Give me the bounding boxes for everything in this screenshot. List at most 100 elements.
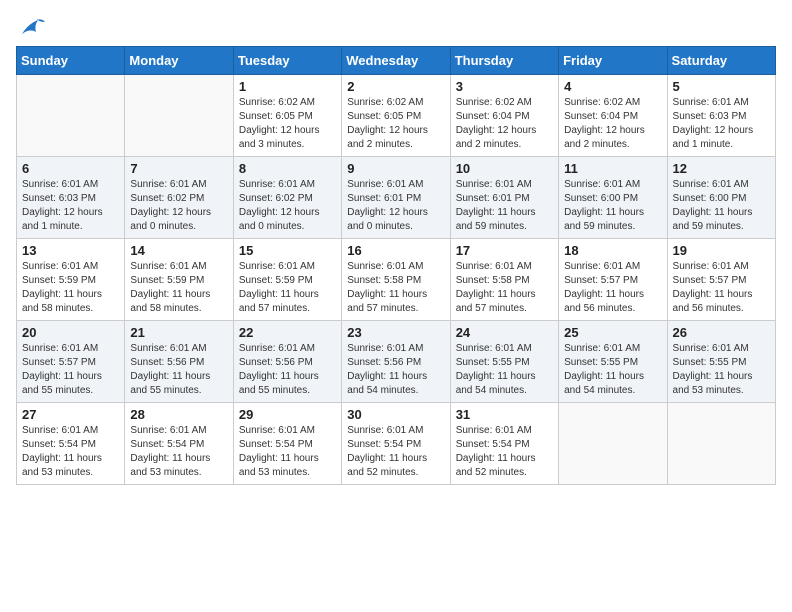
calendar-cell bbox=[667, 403, 775, 485]
day-number: 5 bbox=[673, 79, 770, 94]
day-info: Sunrise: 6:01 AM Sunset: 5:54 PM Dayligh… bbox=[130, 424, 227, 480]
day-number: 27 bbox=[22, 407, 119, 422]
day-number: 9 bbox=[347, 161, 444, 176]
day-number: 17 bbox=[456, 243, 553, 258]
day-number: 24 bbox=[456, 325, 553, 340]
day-number: 29 bbox=[239, 407, 336, 422]
day-number: 16 bbox=[347, 243, 444, 258]
day-info: Sunrise: 6:01 AM Sunset: 5:54 PM Dayligh… bbox=[347, 424, 444, 480]
day-number: 21 bbox=[130, 325, 227, 340]
day-info: Sunrise: 6:01 AM Sunset: 5:58 PM Dayligh… bbox=[456, 260, 553, 316]
day-info: Sunrise: 6:01 AM Sunset: 5:56 PM Dayligh… bbox=[347, 342, 444, 398]
day-info: Sunrise: 6:01 AM Sunset: 5:54 PM Dayligh… bbox=[22, 424, 119, 480]
day-info: Sunrise: 6:01 AM Sunset: 6:01 PM Dayligh… bbox=[456, 178, 553, 234]
calendar-cell: 18 Sunrise: 6:01 AM Sunset: 5:57 PM Dayli… bbox=[559, 239, 667, 321]
calendar-cell: 25 Sunrise: 6:01 AM Sunset: 5:55 PM Dayli… bbox=[559, 321, 667, 403]
day-info: Sunrise: 6:01 AM Sunset: 5:55 PM Dayligh… bbox=[456, 342, 553, 398]
calendar-cell: 30Sunrise: 6:01 AM Sunset: 5:54 PM Dayli… bbox=[342, 403, 450, 485]
day-number: 14 bbox=[130, 243, 227, 258]
calendar-cell: 26 Sunrise: 6:01 AM Sunset: 5:55 PM Dayli… bbox=[667, 321, 775, 403]
day-number: 28 bbox=[130, 407, 227, 422]
calendar-cell: 31 Sunrise: 6:01 AM Sunset: 5:54 PM Dayli… bbox=[450, 403, 558, 485]
calendar: SundayMondayTuesdayWednesdayThursdayFrid… bbox=[16, 46, 776, 485]
day-info: Sunrise: 6:01 AM Sunset: 5:57 PM Dayligh… bbox=[673, 260, 770, 316]
calendar-cell: 22 Sunrise: 6:01 AM Sunset: 5:56 PM Dayli… bbox=[233, 321, 341, 403]
calendar-cell: 7Sunrise: 6:01 AM Sunset: 6:02 PM Daylig… bbox=[125, 157, 233, 239]
day-number: 18 bbox=[564, 243, 661, 258]
calendar-cell: 14 Sunrise: 6:01 AM Sunset: 5:59 PM Dayli… bbox=[125, 239, 233, 321]
calendar-cell: 17 Sunrise: 6:01 AM Sunset: 5:58 PM Dayli… bbox=[450, 239, 558, 321]
calendar-cell: 19 Sunrise: 6:01 AM Sunset: 5:57 PM Dayli… bbox=[667, 239, 775, 321]
calendar-cell bbox=[17, 75, 125, 157]
day-number: 4 bbox=[564, 79, 661, 94]
calendar-cell: 8Sunrise: 6:01 AM Sunset: 6:02 PM Daylig… bbox=[233, 157, 341, 239]
day-info: Sunrise: 6:01 AM Sunset: 5:56 PM Dayligh… bbox=[239, 342, 336, 398]
day-info: Sunrise: 6:01 AM Sunset: 5:54 PM Dayligh… bbox=[456, 424, 553, 480]
calendar-cell: 27 Sunrise: 6:01 AM Sunset: 5:54 PM Dayli… bbox=[17, 403, 125, 485]
day-info: Sunrise: 6:01 AM Sunset: 6:03 PM Dayligh… bbox=[22, 178, 119, 234]
calendar-cell: 4 Sunrise: 6:02 AM Sunset: 6:04 PM Daylig… bbox=[559, 75, 667, 157]
calendar-cell: 1 Sunrise: 6:02 AM Sunset: 6:05 PM Daylig… bbox=[233, 75, 341, 157]
calendar-cell: 2 Sunrise: 6:02 AM Sunset: 6:05 PM Daylig… bbox=[342, 75, 450, 157]
calendar-cell: 5 Sunrise: 6:01 AM Sunset: 6:03 PM Daylig… bbox=[667, 75, 775, 157]
day-info: Sunrise: 6:02 AM Sunset: 6:05 PM Dayligh… bbox=[347, 96, 444, 152]
weekday-header-saturday: Saturday bbox=[667, 47, 775, 75]
weekday-header-friday: Friday bbox=[559, 47, 667, 75]
day-info: Sunrise: 6:02 AM Sunset: 6:04 PM Dayligh… bbox=[564, 96, 661, 152]
calendar-week-row: 20Sunrise: 6:01 AM Sunset: 5:57 PM Dayli… bbox=[17, 321, 776, 403]
logo bbox=[16, 16, 46, 34]
weekday-header-sunday: Sunday bbox=[17, 47, 125, 75]
day-info: Sunrise: 6:01 AM Sunset: 5:59 PM Dayligh… bbox=[239, 260, 336, 316]
day-number: 10 bbox=[456, 161, 553, 176]
day-number: 12 bbox=[673, 161, 770, 176]
day-number: 2 bbox=[347, 79, 444, 94]
day-number: 20 bbox=[22, 325, 119, 340]
calendar-cell: 16 Sunrise: 6:01 AM Sunset: 5:58 PM Dayli… bbox=[342, 239, 450, 321]
day-number: 25 bbox=[564, 325, 661, 340]
day-info: Sunrise: 6:01 AM Sunset: 5:57 PM Dayligh… bbox=[564, 260, 661, 316]
day-number: 1 bbox=[239, 79, 336, 94]
calendar-cell: 9Sunrise: 6:01 AM Sunset: 6:01 PM Daylig… bbox=[342, 157, 450, 239]
calendar-cell: 13Sunrise: 6:01 AM Sunset: 5:59 PM Dayli… bbox=[17, 239, 125, 321]
day-number: 19 bbox=[673, 243, 770, 258]
weekday-header-thursday: Thursday bbox=[450, 47, 558, 75]
day-info: Sunrise: 6:01 AM Sunset: 5:58 PM Dayligh… bbox=[347, 260, 444, 316]
weekday-header-tuesday: Tuesday bbox=[233, 47, 341, 75]
day-number: 26 bbox=[673, 325, 770, 340]
day-number: 22 bbox=[239, 325, 336, 340]
header bbox=[16, 16, 776, 34]
day-info: Sunrise: 6:01 AM Sunset: 5:59 PM Dayligh… bbox=[22, 260, 119, 316]
calendar-cell: 20Sunrise: 6:01 AM Sunset: 5:57 PM Dayli… bbox=[17, 321, 125, 403]
day-number: 31 bbox=[456, 407, 553, 422]
day-info: Sunrise: 6:01 AM Sunset: 5:59 PM Dayligh… bbox=[130, 260, 227, 316]
logo-bird-icon bbox=[18, 16, 46, 38]
calendar-week-row: 13Sunrise: 6:01 AM Sunset: 5:59 PM Dayli… bbox=[17, 239, 776, 321]
day-info: Sunrise: 6:02 AM Sunset: 6:05 PM Dayligh… bbox=[239, 96, 336, 152]
weekday-header-row: SundayMondayTuesdayWednesdayThursdayFrid… bbox=[17, 47, 776, 75]
day-info: Sunrise: 6:01 AM Sunset: 6:00 PM Dayligh… bbox=[673, 178, 770, 234]
day-info: Sunrise: 6:01 AM Sunset: 5:55 PM Dayligh… bbox=[673, 342, 770, 398]
calendar-cell: 12 Sunrise: 6:01 AM Sunset: 6:00 PM Dayli… bbox=[667, 157, 775, 239]
day-info: Sunrise: 6:01 AM Sunset: 5:54 PM Dayligh… bbox=[239, 424, 336, 480]
day-number: 23 bbox=[347, 325, 444, 340]
calendar-cell: 29 Sunrise: 6:01 AM Sunset: 5:54 PM Dayli… bbox=[233, 403, 341, 485]
day-info: Sunrise: 6:01 AM Sunset: 6:02 PM Dayligh… bbox=[239, 178, 336, 234]
day-number: 11 bbox=[564, 161, 661, 176]
calendar-cell: 11 Sunrise: 6:01 AM Sunset: 6:00 PM Dayli… bbox=[559, 157, 667, 239]
calendar-cell: 10 Sunrise: 6:01 AM Sunset: 6:01 PM Dayli… bbox=[450, 157, 558, 239]
calendar-cell bbox=[125, 75, 233, 157]
calendar-cell: 23 Sunrise: 6:01 AM Sunset: 5:56 PM Dayli… bbox=[342, 321, 450, 403]
calendar-cell: 28 Sunrise: 6:01 AM Sunset: 5:54 PM Dayli… bbox=[125, 403, 233, 485]
day-number: 15 bbox=[239, 243, 336, 258]
calendar-week-row: 27 Sunrise: 6:01 AM Sunset: 5:54 PM Dayli… bbox=[17, 403, 776, 485]
calendar-cell: 3Sunrise: 6:02 AM Sunset: 6:04 PM Daylig… bbox=[450, 75, 558, 157]
day-info: Sunrise: 6:01 AM Sunset: 6:00 PM Dayligh… bbox=[564, 178, 661, 234]
day-info: Sunrise: 6:01 AM Sunset: 5:55 PM Dayligh… bbox=[564, 342, 661, 398]
calendar-cell bbox=[559, 403, 667, 485]
calendar-cell: 24 Sunrise: 6:01 AM Sunset: 5:55 PM Dayli… bbox=[450, 321, 558, 403]
calendar-cell: 15 Sunrise: 6:01 AM Sunset: 5:59 PM Dayli… bbox=[233, 239, 341, 321]
day-info: Sunrise: 6:02 AM Sunset: 6:04 PM Dayligh… bbox=[456, 96, 553, 152]
calendar-week-row: 1 Sunrise: 6:02 AM Sunset: 6:05 PM Daylig… bbox=[17, 75, 776, 157]
calendar-cell: 6Sunrise: 6:01 AM Sunset: 6:03 PM Daylig… bbox=[17, 157, 125, 239]
day-info: Sunrise: 6:01 AM Sunset: 6:03 PM Dayligh… bbox=[673, 96, 770, 152]
